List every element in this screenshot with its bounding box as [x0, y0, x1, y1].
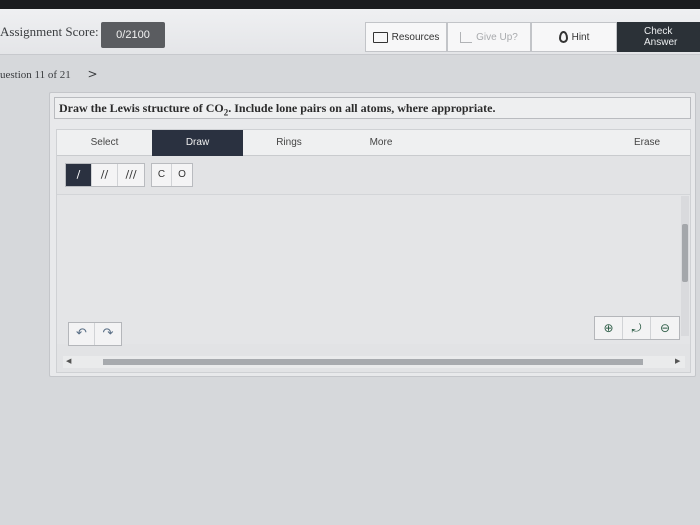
redo-icon[interactable]: ↷ [95, 323, 121, 345]
question-prompt: Draw the Lewis structure of CO2. Include… [54, 97, 691, 119]
single-bond-tool[interactable]: / [66, 164, 92, 186]
vertical-scrollbar[interactable] [681, 196, 689, 336]
scroll-left-icon[interactable]: ◀ [66, 357, 71, 365]
horizontal-scroll-thumb[interactable] [103, 359, 643, 365]
give-up-label: Give Up? [476, 31, 518, 43]
tab-rings[interactable]: Rings [243, 130, 335, 156]
question-navigation: uestion 11 of 21 > [0, 67, 98, 81]
vertical-scroll-thumb[interactable] [682, 224, 688, 282]
bond-tool-group: / // /// [65, 163, 145, 187]
undo-redo-group: ↶ ↷ [68, 322, 122, 346]
check-answer-button[interactable]: Check Answer [617, 22, 700, 52]
oxygen-atom-tool[interactable]: O [172, 164, 192, 186]
screen-bezel [0, 0, 700, 9]
next-question-icon[interactable]: > [88, 67, 98, 81]
triple-bond-tool[interactable]: /// [118, 164, 144, 186]
editor-tabs: Select Draw Rings More Erase [57, 130, 690, 156]
folder-icon [372, 31, 388, 43]
score-value: 0/2100 [101, 22, 165, 48]
draw-toolbar: / // /// C O [65, 163, 193, 187]
zoom-in-icon[interactable]: ⊕ [595, 317, 623, 339]
carbon-atom-tool[interactable]: C [152, 164, 172, 186]
tab-more[interactable]: More [335, 130, 427, 156]
zoom-controls: ⊕ ⤾ ⊖ [594, 316, 680, 340]
prompt-text-end: . Include lone pairs on all atoms, where… [228, 101, 496, 115]
give-up-icon [460, 31, 473, 43]
atom-tool-group: C O [151, 163, 193, 187]
top-bar: Assignment Score: 0/2100 Resources Give … [0, 9, 700, 55]
give-up-button[interactable]: Give Up? [447, 22, 531, 52]
resources-label: Resources [391, 31, 440, 43]
horizontal-scrollbar[interactable]: ◀ ▶ [63, 356, 685, 368]
question-counter: uestion 11 of 21 [0, 69, 71, 81]
hint-button[interactable]: Hint [531, 22, 617, 52]
assignment-score-label: Assignment Score: [0, 24, 99, 39]
scroll-right-icon[interactable]: ▶ [675, 357, 680, 365]
structure-editor: Select Draw Rings More Erase / // /// C … [56, 129, 691, 373]
double-bond-tool[interactable]: // [92, 164, 118, 186]
tab-draw[interactable]: Draw [152, 130, 243, 156]
lightbulb-icon [558, 31, 568, 43]
erase-button[interactable]: Erase [617, 130, 677, 156]
zoom-reset-icon[interactable]: ⤾ [623, 317, 651, 339]
resources-button[interactable]: Resources [365, 22, 447, 52]
question-card: Draw the Lewis structure of CO2. Include… [49, 92, 696, 377]
check-answer-label: Check Answer [644, 26, 678, 48]
zoom-out-icon[interactable]: ⊖ [651, 317, 679, 339]
prompt-text: Draw the Lewis structure of CO [59, 101, 224, 115]
hint-label: Hint [571, 31, 590, 43]
undo-icon[interactable]: ↶ [69, 323, 95, 345]
tab-select[interactable]: Select [57, 130, 152, 156]
